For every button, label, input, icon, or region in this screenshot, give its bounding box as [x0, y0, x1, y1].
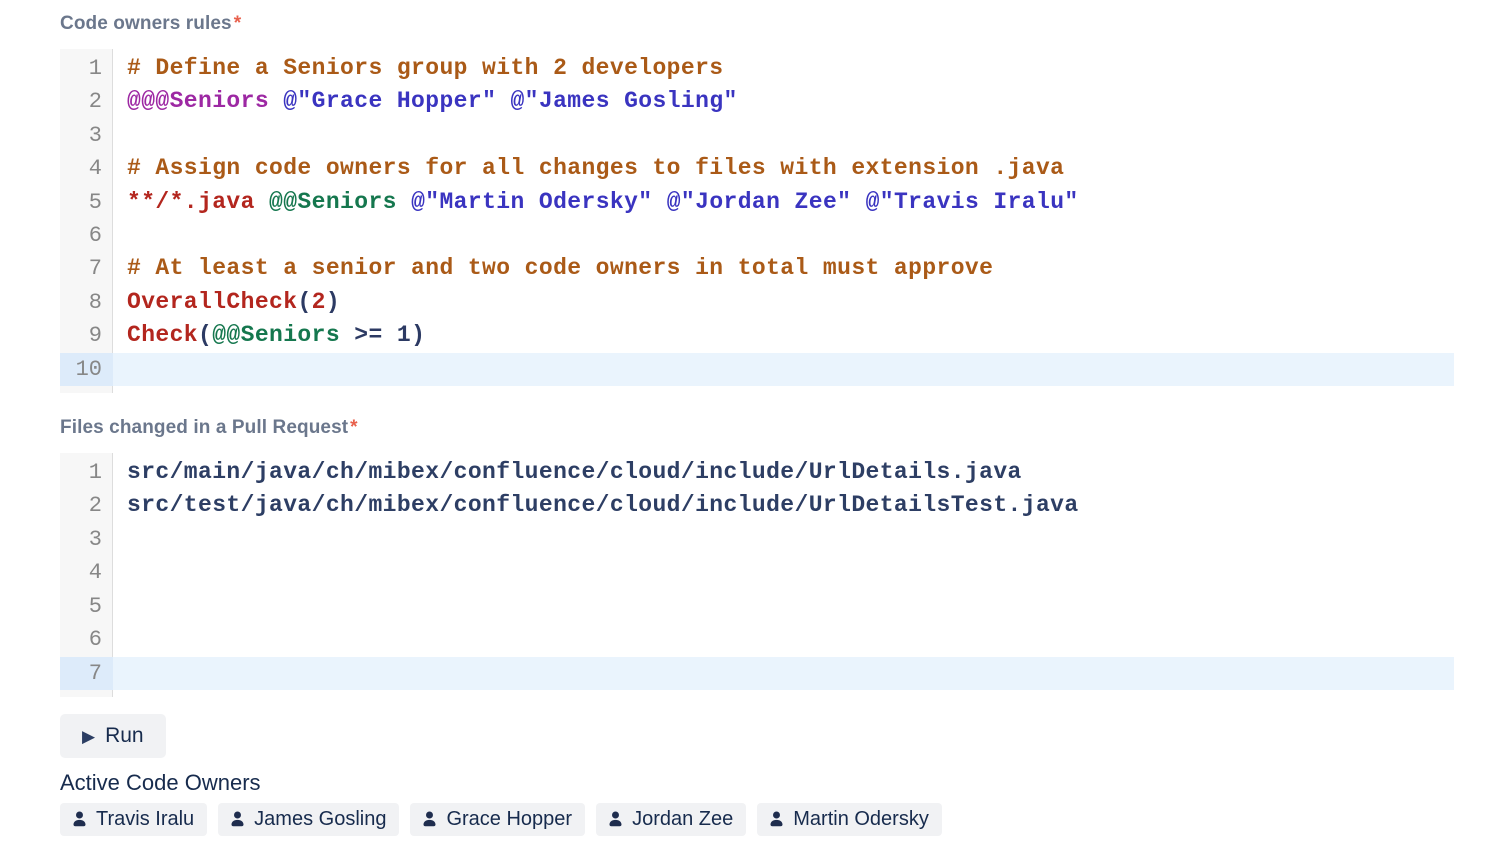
line-number: 7 — [60, 656, 113, 690]
code-line[interactable]: OverallCheck(2) — [113, 286, 1454, 319]
code-line[interactable] — [113, 352, 1454, 387]
token-punct: >= — [354, 322, 383, 349]
line-number: 1 — [60, 456, 113, 490]
token-owner: @"James Gosling" — [510, 88, 738, 115]
line-number: 9 — [60, 319, 113, 353]
token-punct: ( — [297, 288, 312, 315]
token-owner: @"Travis Iralu" — [865, 188, 1079, 215]
owner-chip: Martin Odersky — [757, 802, 942, 836]
token-punct: ) — [411, 322, 426, 349]
token-group: @@Seniors — [212, 322, 341, 349]
person-icon — [73, 811, 86, 827]
play-icon: ▶ — [82, 727, 96, 747]
code-line[interactable]: # Define a Seniors group with 2 develope… — [113, 52, 1454, 85]
token-path: src/main/java/ch/mibex/confluence/cloud/… — [127, 459, 1022, 486]
owner-chip-label: Travis Iralu — [96, 807, 195, 830]
token-atom: @@@Seniors — [127, 88, 270, 115]
files-changed-label: Files changed in a Pull Request * — [60, 418, 1454, 438]
code-line[interactable]: **/*.java @@Seniors @"Martin Odersky" @"… — [113, 186, 1454, 219]
token-owner: @"Grace Hopper" — [283, 88, 497, 115]
token-comment: # Define a Seniors group with 2 develope… — [127, 55, 724, 81]
token-pattern: **/*.java — [127, 188, 255, 215]
required-asterisk: * — [233, 13, 242, 34]
code-line[interactable]: Check(@@Seniors >= 1) — [113, 319, 1454, 352]
required-asterisk: * — [350, 417, 358, 439]
code-line[interactable] — [113, 656, 1454, 690]
owner-chip: Travis Iralu — [60, 802, 208, 836]
token-punct: ( — [198, 322, 213, 349]
code-line[interactable]: # At least a senior and two code owners … — [113, 252, 1454, 285]
field-label-text: Code owners rules — [60, 13, 232, 34]
run-button-label: Run — [105, 723, 144, 747]
line-number: 8 — [60, 285, 113, 320]
code-owners-rules-editor[interactable]: 1 # Define a Seniors group with 2 develop… — [60, 49, 1454, 394]
code-line[interactable]: # Assign code owners for all changes to … — [113, 152, 1454, 185]
token-comment: # Assign code owners for all changes to … — [127, 155, 1065, 182]
owner-chip: Grace Hopper — [410, 802, 586, 836]
token-punct: 1 — [396, 322, 412, 349]
line-number: 2 — [60, 489, 113, 523]
token-comment: # At least a senior and two code owners … — [127, 255, 994, 282]
owner-chip-label: Martin Odersky — [793, 807, 929, 830]
line-number: 3 — [60, 522, 113, 557]
line-number: 5 — [60, 589, 113, 624]
line-number: 5 — [60, 185, 113, 220]
owner-chip-label: Grace Hopper — [446, 807, 573, 830]
token-punct: ) — [325, 288, 341, 315]
code-line[interactable] — [113, 119, 1454, 152]
code-owners-rules-label: Code owners rules * — [60, 14, 1454, 34]
code-owners-playground-page: Code owners rules * 1 # Define a Seniors g… — [0, 0, 1496, 836]
line-number — [60, 689, 113, 697]
token-number: 2 — [311, 288, 326, 315]
owner-chip-label: Jordan Zee — [632, 807, 734, 830]
token-path: src/test/java/ch/mibex/confluence/cloud/… — [127, 492, 1079, 519]
person-icon — [231, 811, 244, 827]
token-func: Check — [127, 322, 199, 349]
line-number: 6 — [60, 219, 113, 253]
run-button[interactable]: ▶ Run — [60, 713, 166, 758]
token-owner: @"Jordan Zee" — [666, 188, 852, 215]
line-number: 4 — [60, 152, 113, 186]
line-number: 2 — [60, 85, 113, 119]
code-line[interactable] — [113, 623, 1454, 656]
code-line[interactable] — [113, 590, 1454, 623]
code-line[interactable]: @@@Seniors @"Grace Hopper" @"James Gosli… — [113, 85, 1454, 118]
active-code-owners-list: Travis Iralu James Gosling Grace Hopper Jor… — [60, 802, 1454, 836]
person-icon — [609, 811, 622, 827]
owner-chip: Jordan Zee — [596, 802, 747, 836]
code-line[interactable]: src/test/java/ch/mibex/confluence/cloud/… — [113, 489, 1454, 522]
field-label-text: Files changed in a Pull Request — [60, 417, 349, 439]
code-line[interactable]: src/main/java/ch/mibex/confluence/cloud/… — [113, 456, 1454, 489]
line-number — [60, 386, 113, 394]
line-number: 4 — [60, 556, 113, 590]
person-icon — [770, 811, 783, 827]
code-line[interactable] — [113, 556, 1454, 589]
person-icon — [423, 811, 436, 827]
line-number: 6 — [60, 623, 113, 657]
token-func: OverallCheck — [127, 288, 298, 315]
line-number: 3 — [60, 118, 113, 153]
line-number: 7 — [60, 252, 113, 286]
owner-chip: James Gosling — [218, 802, 400, 836]
owner-chip-label: James Gosling — [254, 807, 387, 830]
line-number: 10 — [60, 352, 113, 387]
code-line[interactable] — [113, 523, 1454, 556]
files-changed-editor[interactable]: 1 src/main/java/ch/mibex/confluence/cloud… — [60, 453, 1454, 697]
code-line[interactable] — [113, 219, 1454, 252]
active-code-owners-heading: Active Code Owners — [60, 769, 261, 795]
line-number: 1 — [60, 52, 113, 86]
token-group: @@Seniors — [269, 188, 397, 215]
token-owner: @"Martin Odersky" — [411, 188, 653, 215]
